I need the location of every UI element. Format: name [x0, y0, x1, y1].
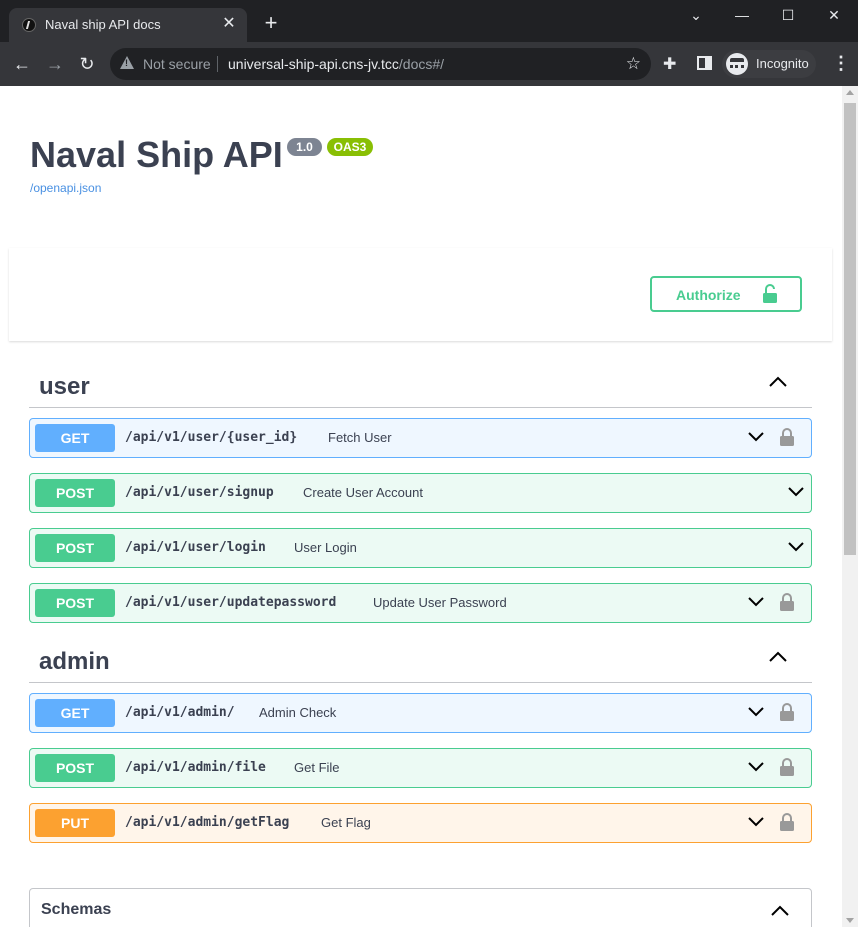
tab-title: Naval ship API docs [45, 17, 161, 32]
tag-name: admin [39, 648, 110, 675]
chevron-down-icon[interactable] [747, 706, 765, 718]
side-panel-icon[interactable] [697, 56, 712, 70]
authorize-label: Authorize [676, 287, 741, 303]
openapi-json-link[interactable]: /openapi.json [30, 181, 101, 195]
authorize-button[interactable]: Authorize [650, 276, 802, 312]
schemas-title: Schemas [41, 901, 112, 918]
url-host: universal-ship-api.cns-jv.tcc [228, 56, 399, 72]
tag-name: user [39, 373, 90, 400]
method-badge: GET [35, 424, 115, 452]
chevron-up-icon[interactable] [768, 651, 788, 663]
op-path: /api/v1/admin/file [125, 760, 266, 775]
chevron-down-icon[interactable] [747, 816, 765, 828]
incognito-icon [726, 53, 748, 75]
chevron-down-icon[interactable] [787, 486, 805, 498]
op-summary: Update User Password [373, 595, 507, 610]
back-icon[interactable]: ← [10, 52, 34, 76]
opblock-post-file[interactable]: POST /api/v1/admin/file Get File [29, 748, 812, 788]
minimize-button[interactable]: — [719, 4, 765, 26]
menu-icon[interactable]: ⋮ [832, 54, 850, 72]
opblock-post-signup[interactable]: POST /api/v1/user/signup Create User Acc… [29, 473, 812, 513]
reload-icon[interactable]: ↻ [75, 52, 99, 76]
method-badge: POST [35, 589, 115, 617]
browser-tab[interactable]: Naval ship API docs ✕ [9, 8, 247, 42]
lock-icon[interactable] [780, 427, 794, 447]
star-icon[interactable]: ☆ [626, 54, 641, 74]
chevron-up-icon[interactable] [770, 905, 790, 917]
lock-icon[interactable] [780, 702, 794, 722]
op-summary: Get File [294, 760, 340, 775]
schemas-section[interactable]: Schemas [29, 888, 812, 927]
op-path: /api/v1/user/{user_id} [125, 430, 298, 445]
close-window-button[interactable]: ✕ [811, 4, 857, 26]
lock-icon[interactable] [780, 757, 794, 777]
version-badge: 1.0 [287, 138, 322, 156]
scheme-container: Authorize [9, 248, 832, 341]
favicon-icon [22, 18, 36, 32]
page-viewport: Naval Ship API 1.0 OAS3 /openapi.json Au… [0, 86, 858, 927]
op-summary: Fetch User [328, 430, 392, 445]
browser-toolbar: ← → ↻ Not secure universal-ship-api.cns-… [0, 42, 858, 86]
method-badge: GET [35, 699, 115, 727]
scroll-down-icon[interactable] [846, 918, 854, 923]
method-badge: POST [35, 479, 115, 507]
url-text[interactable]: universal-ship-api.cns-jv.tcc/docs#/ [228, 56, 444, 72]
tag-section-admin[interactable]: admin [29, 639, 812, 683]
tab-strip: Naval ship API docs ✕ + ⌄ — ☐ ✕ [0, 0, 858, 42]
op-summary: User Login [294, 540, 357, 555]
chevron-up-icon[interactable] [768, 376, 788, 388]
op-path: /api/v1/admin/getFlag [125, 815, 290, 830]
opblock-get-user[interactable]: GET /api/v1/user/{user_id} Fetch User [29, 418, 812, 458]
lock-icon[interactable] [780, 592, 794, 612]
tab-search-icon[interactable]: ⌄ [673, 4, 719, 26]
chevron-down-icon[interactable] [747, 596, 765, 608]
incognito-label: Incognito [756, 56, 809, 71]
new-tab-button[interactable]: + [259, 12, 283, 34]
incognito-indicator[interactable]: Incognito [722, 50, 816, 78]
op-path: /api/v1/user/signup [125, 485, 274, 500]
security-label[interactable]: Not secure [143, 56, 211, 72]
op-summary: Admin Check [259, 705, 337, 720]
page-scrollbar[interactable] [842, 86, 858, 927]
lock-icon[interactable] [780, 812, 794, 832]
scroll-up-icon[interactable] [846, 90, 854, 95]
chevron-down-icon[interactable] [747, 431, 765, 443]
method-badge: POST [35, 754, 115, 782]
opblock-post-login[interactable]: POST /api/v1/user/login User Login [29, 528, 812, 568]
chevron-down-icon[interactable] [747, 761, 765, 773]
omnibox-divider [217, 56, 218, 72]
unlock-icon [763, 284, 777, 303]
url-path: /docs#/ [398, 56, 445, 72]
op-path: /api/v1/admin/ [125, 705, 235, 720]
tag-section-user[interactable]: user [29, 364, 812, 408]
scroll-thumb[interactable] [844, 103, 856, 555]
op-summary: Get Flag [321, 815, 371, 830]
op-path: /api/v1/user/updatepassword [125, 595, 337, 610]
method-badge: POST [35, 534, 115, 562]
op-summary: Create User Account [303, 485, 423, 500]
address-bar[interactable]: Not secure universal-ship-api.cns-jv.tcc… [110, 48, 651, 80]
method-badge: PUT [35, 809, 115, 837]
maximize-button[interactable]: ☐ [765, 4, 811, 26]
opblock-post-updatepassword[interactable]: POST /api/v1/user/updatepassword Update … [29, 583, 812, 623]
op-path: /api/v1/user/login [125, 540, 266, 555]
oas-badge: OAS3 [327, 138, 373, 156]
extensions-icon[interactable]: ✚ [663, 54, 676, 74]
opblock-get-admin[interactable]: GET /api/v1/admin/ Admin Check [29, 693, 812, 733]
chevron-down-icon[interactable] [787, 541, 805, 553]
api-title: Naval Ship API [30, 134, 283, 175]
warning-icon[interactable] [120, 56, 134, 69]
opblock-put-getflag[interactable]: PUT /api/v1/admin/getFlag Get Flag [29, 803, 812, 843]
tab-close-icon[interactable]: ✕ [219, 14, 239, 34]
forward-icon[interactable]: → [43, 52, 67, 76]
